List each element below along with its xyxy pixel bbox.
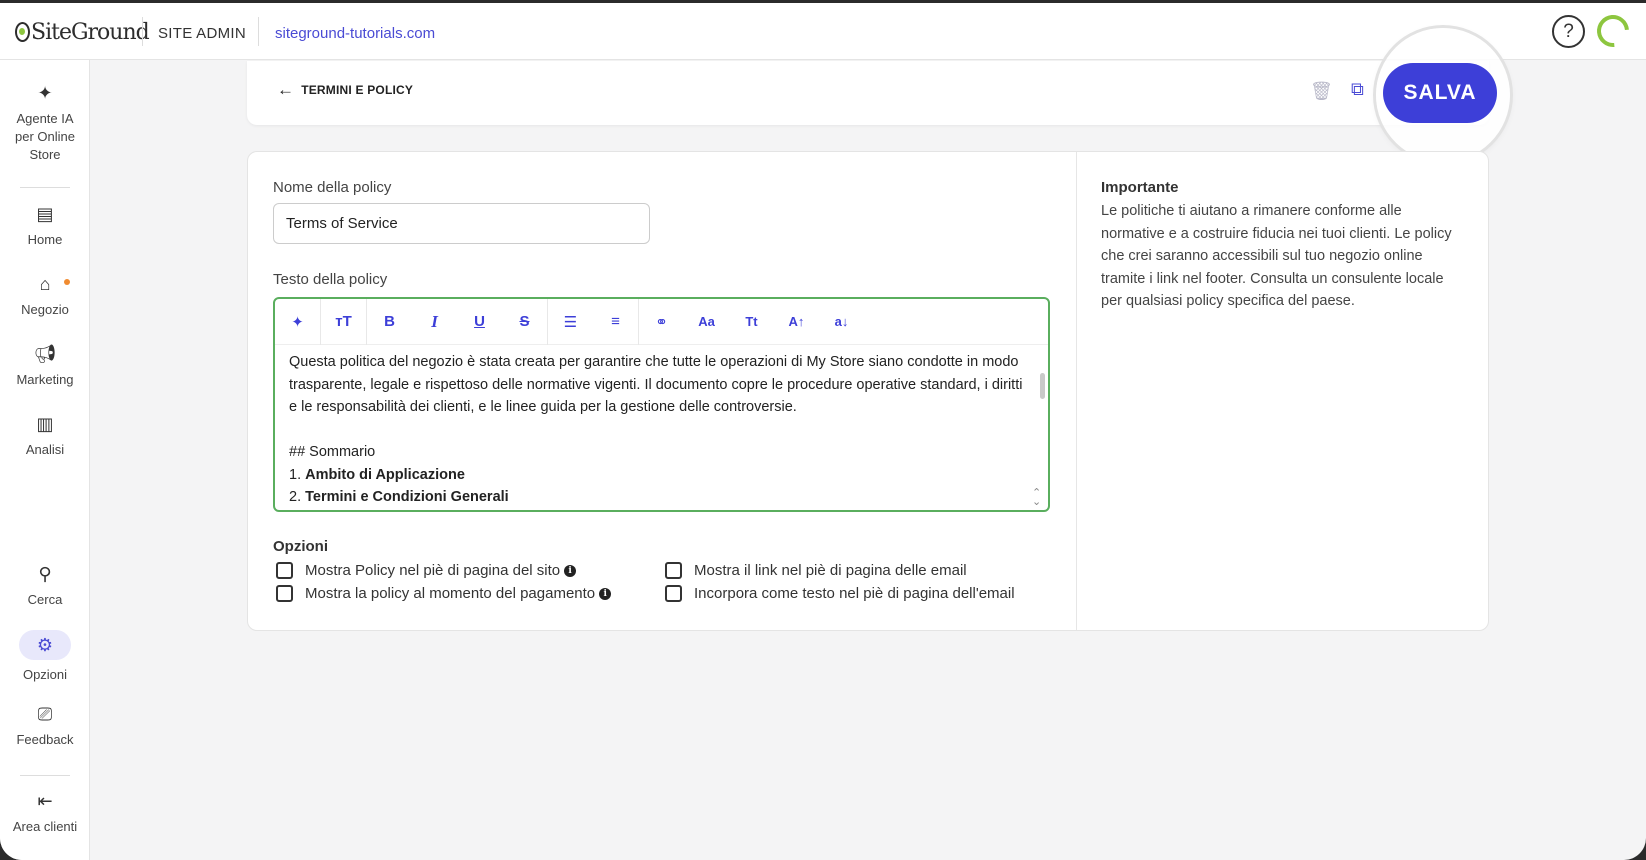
sidebar-item-label: Cerca	[27, 592, 63, 607]
lowercase-icon[interactable]: a↓	[819, 299, 864, 345]
checkbox[interactable]	[276, 562, 293, 579]
sidebar-item-label: Home	[27, 232, 63, 247]
store-icon: ⌂	[39, 274, 51, 294]
sidebar-item-analytics[interactable]: ▥ Analisi	[0, 413, 90, 459]
summary-item-text: Termini e Condizioni Generali	[305, 489, 509, 505]
arrow-left-icon: ←	[277, 80, 295, 99]
sidebar-item-label: Negozio	[21, 302, 69, 317]
resize-handle-icon[interactable]: ⌃ ⌄	[1032, 488, 1041, 508]
header-divider	[142, 17, 143, 46]
text-size-icon[interactable]: ᴛT	[321, 299, 366, 345]
summary-item-text: Ambito di Applicazione	[305, 466, 465, 483]
sidebar-divider	[20, 187, 70, 188]
back-link[interactable]: ← TERMINI E POLICY	[277, 80, 414, 99]
save-button[interactable]: SALVA	[1383, 63, 1497, 123]
info-icon[interactable]: i	[564, 564, 577, 577]
editor-content[interactable]: Questa politica del negozio è stata crea…	[289, 351, 1024, 509]
sidebar-item-label: Agente IA per Online Store	[15, 111, 75, 162]
domain-link[interactable]: siteground-tutorials.com	[275, 25, 435, 42]
sidebar-item-label: Area clienti	[12, 819, 78, 834]
loading-ring-icon	[1590, 8, 1636, 54]
font-case-icon[interactable]: Aa	[684, 299, 729, 345]
sidebar-item-client-area[interactable]: ⇤ Area clienti	[0, 790, 90, 836]
summary-number: 2.	[289, 489, 302, 505]
bold-icon[interactable]: B	[367, 299, 412, 345]
logo-mark-icon	[15, 22, 30, 42]
editor-toolbar: ✦ ᴛT B I U S ☰ ≡ ⚭ Aa Tt A↑ a↓	[275, 299, 1048, 345]
sidebar-item-feedback[interactable]: ⎚ Feedback	[0, 703, 90, 749]
policy-form-card: Nome della policy Testo della policy ✦ ᴛ…	[247, 151, 1489, 631]
option-checkout[interactable]: Mostra la policy al momento del pagament…	[276, 585, 612, 602]
policy-text-label: Testo della policy	[273, 271, 388, 288]
option-label: Mostra la policy al momento del pagament…	[305, 585, 596, 602]
sidebar-item-label: Opzioni	[22, 667, 68, 682]
sidebar-item-home[interactable]: ▤ Home	[0, 203, 90, 249]
option-label: Mostra il link nel piè di pagina delle e…	[694, 562, 967, 579]
sidebar-item-store[interactable]: ⌂ Negozio	[0, 273, 90, 319]
help-icon[interactable]: ?	[1552, 15, 1585, 48]
policy-name-label: Nome della policy	[273, 179, 392, 196]
section-title: SITE ADMIN	[158, 25, 247, 42]
summary-item: 1. Ambito di Applicazione	[289, 464, 1024, 487]
sidebar-item-marketing[interactable]: 📢︎ Marketing	[0, 343, 90, 389]
option-email-link[interactable]: Mostra il link nel piè di pagina delle e…	[665, 562, 967, 579]
feedback-icon: ⎚	[37, 704, 53, 724]
option-footer-site[interactable]: Mostra Policy nel piè di pagina del sito…	[276, 562, 577, 579]
uppercase-icon[interactable]: A↑	[774, 299, 819, 345]
chart-icon: ▥	[36, 414, 54, 434]
numbered-list-icon[interactable]: ≡	[593, 299, 638, 345]
summary-item: 2. Termini e Condizioni Generali	[289, 486, 1024, 509]
sidebar-item-ai-agent[interactable]: ✦ Agente IA per Online Store	[0, 82, 90, 164]
header-divider	[258, 17, 259, 46]
link-icon[interactable]: ⚭	[639, 299, 684, 345]
notification-dot	[64, 279, 70, 285]
italic-icon[interactable]: I	[412, 299, 457, 345]
external-link-icon[interactable]: ⧉	[1351, 79, 1364, 100]
app-frame: SiteGround SITE ADMIN siteground-tutoria…	[0, 3, 1646, 860]
sidebar-item-search[interactable]: ⚲ Cerca	[0, 563, 90, 609]
sidebar-item-label: Analisi	[25, 442, 65, 457]
gear-icon: ⚙	[19, 630, 71, 660]
trash-icon[interactable]: 🗑︎	[1310, 81, 1333, 102]
sidebar-item-label: Marketing	[16, 372, 74, 387]
sidebar-item-label: Feedback	[16, 732, 74, 747]
logo-text: SiteGround	[31, 19, 150, 45]
checkbox[interactable]	[665, 562, 682, 579]
editor-scrollbar[interactable]	[1040, 373, 1045, 399]
rich-text-editor[interactable]: ✦ ᴛT B I U S ☰ ≡ ⚭ Aa Tt A↑ a↓ Questa po…	[273, 297, 1050, 512]
summary-heading: ## Sommario	[289, 444, 376, 460]
important-title: Importante	[1101, 179, 1179, 196]
sidebar: ✦ Agente IA per Online Store ▤ Home ⌂ Ne…	[0, 60, 90, 860]
important-text: Le politiche ti aiutano a rimanere confo…	[1101, 203, 1452, 309]
back-label: TERMINI E POLICY	[301, 83, 414, 97]
bullet-list-icon[interactable]: ☰	[548, 299, 593, 345]
option-label: Incorpora come testo nel piè di pagina d…	[694, 585, 1015, 602]
underline-icon[interactable]: U	[457, 299, 502, 345]
title-case-icon[interactable]: Tt	[729, 299, 774, 345]
option-label: Mostra Policy nel piè di pagina del sito	[305, 562, 561, 579]
sidebar-item-options[interactable]: ⚙ Opzioni	[0, 630, 90, 684]
strikethrough-icon[interactable]: S	[502, 299, 547, 345]
info-icon[interactable]: i	[599, 587, 612, 600]
megaphone-icon: 📢︎	[33, 344, 57, 364]
dashboard-icon: ▤	[36, 204, 54, 224]
policy-name-input[interactable]	[273, 203, 650, 244]
policy-paragraph: Questa politica del negozio è stata crea…	[289, 354, 1023, 415]
logout-icon: ⇤	[37, 791, 53, 811]
search-icon: ⚲	[38, 564, 52, 584]
sparkle-icon[interactable]: ✦	[275, 299, 320, 345]
column-divider	[1076, 152, 1077, 630]
sparkle-icon: ✦	[37, 83, 53, 103]
page-header-card: ← TERMINI E POLICY 🗑︎ ⧉	[247, 61, 1489, 125]
option-email-embed[interactable]: Incorpora come testo nel piè di pagina d…	[665, 585, 1015, 602]
checkbox[interactable]	[665, 585, 682, 602]
checkbox[interactable]	[276, 585, 293, 602]
options-title: Opzioni	[273, 538, 328, 555]
sidebar-divider	[20, 775, 70, 776]
summary-number: 1.	[289, 466, 302, 483]
siteground-logo[interactable]: SiteGround	[15, 19, 150, 45]
